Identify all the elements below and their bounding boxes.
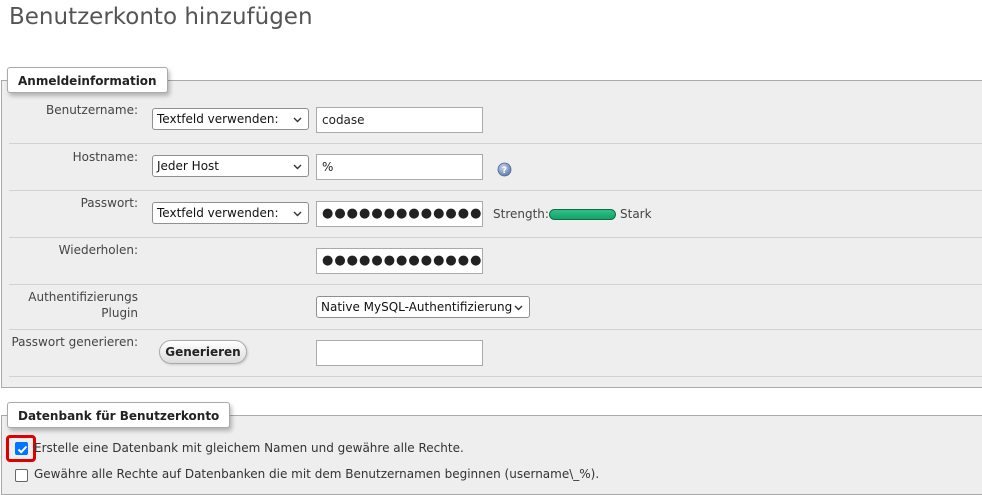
chevron-down-icon xyxy=(514,305,523,311)
row-divider xyxy=(9,329,982,330)
username-type-select[interactable]: Textfeld verwenden: xyxy=(152,108,309,130)
auth-plugin-label-line2: Plugin xyxy=(101,306,138,320)
chevron-down-icon xyxy=(293,117,302,123)
row-divider xyxy=(9,190,982,191)
generated-password-input[interactable] xyxy=(316,340,483,366)
username-type-select-value: Textfeld verwenden: xyxy=(157,112,279,126)
password-strength-meter xyxy=(549,209,616,220)
strength-label: Strength: xyxy=(493,207,549,221)
chevron-down-icon xyxy=(293,211,302,217)
repeat-password-input[interactable]: ●●●●●●●●●●●●● xyxy=(316,248,483,274)
database-legend: Datenbank für Benutzerkonto xyxy=(7,402,231,428)
page-title: Benutzerkonto hinzufügen xyxy=(9,4,313,30)
chevron-down-icon xyxy=(293,164,302,170)
password-input[interactable]: ●●●●●●●●●●●●● xyxy=(316,201,483,227)
username-input[interactable]: codase xyxy=(316,107,483,133)
password-label: Passwort: xyxy=(80,196,138,210)
hostname-input[interactable]: % xyxy=(316,154,483,180)
auth-plugin-select[interactable]: Native MySQL-Authentifizierung xyxy=(316,296,530,318)
generate-password-label: Passwort generieren: xyxy=(11,335,138,349)
help-icon[interactable]: ? xyxy=(497,162,512,177)
password-type-select[interactable]: Textfeld verwenden: xyxy=(152,202,309,224)
svg-text:?: ? xyxy=(502,166,507,176)
repeat-password-label: Wiederholen: xyxy=(58,243,138,257)
hostname-label: Hostname: xyxy=(72,150,138,164)
auth-plugin-label: Authentifizierungs Plugin xyxy=(10,289,138,321)
row-divider xyxy=(9,376,982,377)
row-divider xyxy=(9,284,982,285)
grant-wildcard-checkbox[interactable] xyxy=(15,469,28,482)
generate-password-button[interactable]: Generieren xyxy=(159,340,247,364)
row-divider xyxy=(9,143,982,144)
username-label: Benutzername: xyxy=(45,103,138,117)
create-db-checkbox[interactable] xyxy=(15,442,28,455)
strength-value: Stark xyxy=(620,207,652,221)
hostname-type-select[interactable]: Jeder Host xyxy=(152,155,309,177)
auth-plugin-label-line1: Authentifizierungs xyxy=(28,290,138,304)
login-legend: Anmeldeinformation xyxy=(7,67,168,93)
checkmark-icon xyxy=(17,445,28,454)
row-divider xyxy=(9,237,982,238)
grant-wildcard-label: Gewähre alle Rechte auf Datenbanken die … xyxy=(34,467,600,481)
hostname-type-select-value: Jeder Host xyxy=(157,159,219,173)
login-fieldset xyxy=(1,80,982,388)
create-db-label: Erstelle eine Datenbank mit gleichem Nam… xyxy=(34,441,464,455)
auth-plugin-select-value: Native MySQL-Authentifizierung xyxy=(321,300,513,314)
password-type-select-value: Textfeld verwenden: xyxy=(157,206,279,220)
